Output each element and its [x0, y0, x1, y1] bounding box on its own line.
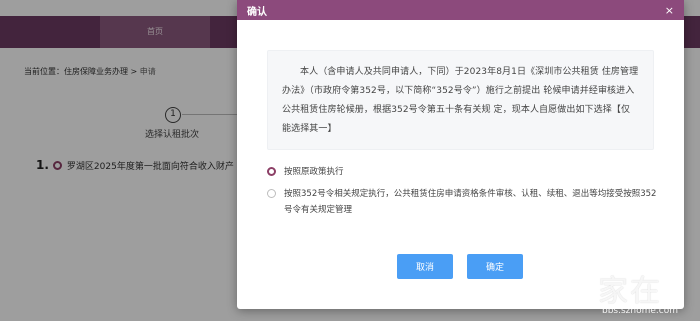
option-label: 按照352号令相关规定执行，公共租赁住房申请资格条件审核、认租、续租、退出等均接… [284, 189, 657, 215]
confirm-button[interactable]: 确定 [467, 254, 523, 279]
dialog-title: 确认 [247, 6, 267, 18]
confirm-dialog: 确认 × 本人（含申请人及共同申请人，下同）于2023年8月1日《深圳市公共租赁… [237, 0, 684, 309]
option-label: 按照原政策执行 [284, 167, 344, 177]
notice-box: 本人（含申请人及共同申请人，下同）于2023年8月1日《深圳市公共租赁 住房管理… [267, 50, 654, 150]
radio-selected[interactable] [267, 167, 276, 176]
dialog-header: 确认 × [237, 0, 684, 20]
option-order-352[interactable]: 按照352号令相关规定执行，公共租赁住房申请资格条件审核、认租、续租、退出等均接… [267, 186, 657, 218]
close-icon[interactable]: × [665, 5, 674, 16]
radio-unselected[interactable] [267, 189, 276, 198]
notice-text: 本人（含申请人及共同申请人，下同）于2023年8月1日《深圳市公共租赁 住房管理… [282, 67, 639, 134]
option-original-policy[interactable]: 按照原政策执行 [267, 164, 657, 180]
cancel-button[interactable]: 取消 [397, 254, 453, 279]
